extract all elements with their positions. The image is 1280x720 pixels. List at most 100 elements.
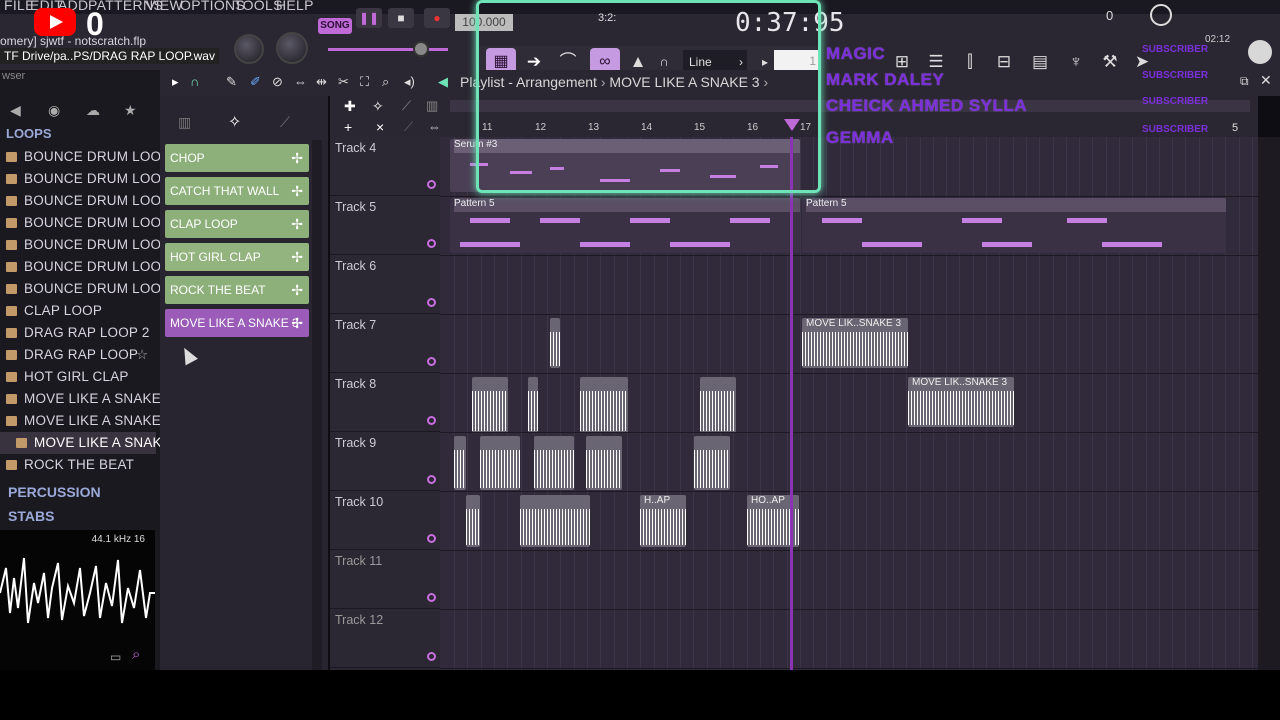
picker-item[interactable]: CHOP ✢	[165, 144, 309, 172]
track-header[interactable]: Track 9	[330, 432, 440, 491]
browser-item[interactable]: BOUNCE DRUM LOOP 1	[0, 146, 182, 168]
playhead-line[interactable]	[790, 137, 793, 670]
track-record-icon[interactable]	[427, 416, 436, 425]
picker-scrollbar[interactable]	[312, 140, 322, 670]
audio-clip[interactable]	[550, 318, 560, 368]
stop-button[interactable]: ■	[388, 8, 414, 28]
track-record-icon[interactable]	[427, 475, 436, 484]
playback-icon[interactable]: ◂)	[404, 74, 415, 90]
mute-icon[interactable]: ⇔	[294, 74, 307, 89]
tool-icon[interactable]: ⟋	[404, 119, 413, 135]
song-mode-button[interactable]: SONG	[318, 18, 352, 34]
play-arrow-icon[interactable]: ▸	[172, 74, 179, 90]
close-icon[interactable]: ✕	[1260, 72, 1272, 89]
audio-wave-icon[interactable]: ✧	[228, 112, 241, 132]
track-record-icon[interactable]	[427, 298, 436, 307]
piano-keys-icon[interactable]: ▥	[178, 114, 191, 131]
add-track-icon[interactable]: ✚	[344, 98, 356, 115]
tempo-display[interactable]: 100.000	[455, 14, 513, 31]
account-icon[interactable]	[1248, 40, 1272, 64]
master-pitch-knob[interactable]	[276, 32, 308, 64]
pattern-clip[interactable]: Serum #3	[450, 139, 800, 192]
audio-clip[interactable]	[480, 436, 520, 490]
magnet-icon[interactable]: ∩	[190, 74, 199, 89]
browser-item[interactable]: BOUNCE DRUM LOOP 6	[0, 256, 182, 278]
track-record-icon[interactable]	[427, 180, 436, 189]
track-header[interactable]: Track 8	[330, 373, 440, 432]
speaker-icon[interactable]: ◀	[10, 102, 21, 119]
track-record-icon[interactable]	[427, 239, 436, 248]
audio-clip[interactable]: MOVE LIK..SNAKE 3	[802, 318, 908, 368]
track-record-icon[interactable]	[427, 652, 436, 661]
slice-icon[interactable]: ✂	[338, 74, 349, 90]
cloud-icon[interactable]: ☁	[86, 102, 100, 119]
track-header[interactable]: Track 12	[330, 609, 440, 668]
picker-item-selected[interactable]: MOVE LIKE A SNAKE 3 ✢	[165, 309, 309, 337]
browser-item[interactable]: MOVE LIKE A SNAKE 1	[0, 388, 172, 410]
star-icon[interactable]: ★	[124, 102, 137, 119]
master-volume-knob[interactable]	[234, 34, 264, 64]
globe-icon[interactable]: ◉	[48, 102, 60, 119]
browser-item[interactable]: BOUNCE DRUM LOOP 2	[0, 168, 182, 190]
maximize-icon[interactable]: ⧉	[1240, 74, 1249, 89]
track-record-icon[interactable]	[427, 357, 436, 366]
browser-item[interactable]: CLAP LOOP	[0, 300, 156, 322]
vertical-scrollbar[interactable]	[1258, 137, 1280, 670]
browser-item-selected[interactable]: MOVE LIKE A SNAKE 3	[0, 432, 182, 454]
record-button[interactable]: ●	[424, 8, 450, 28]
playlist-grid[interactable]: Serum #3 Pattern 5 Pattern 5 MOVE LIK..S…	[440, 137, 1258, 670]
resize-icon[interactable]: ⇔	[428, 119, 441, 134]
audio-clip[interactable]	[586, 436, 622, 490]
audio-clip[interactable]	[520, 495, 590, 547]
browser-item[interactable]: BOUNCE DRUM LOOP 3	[0, 190, 182, 212]
x-icon[interactable]: ×	[376, 119, 384, 135]
folder-percussion[interactable]: PERCUSSION	[8, 484, 101, 500]
automation-icon[interactable]: ⟋	[280, 114, 290, 131]
menu-help[interactable]: HELP	[276, 0, 314, 13]
pause-button[interactable]: ❚❚	[356, 8, 382, 28]
select-icon[interactable]: ⛶	[360, 74, 369, 90]
browser-item[interactable]: MOVE LIKE A SNAKE 2	[0, 410, 172, 432]
browser-item[interactable]: BOUNCE DRUM LOOP 4	[0, 212, 182, 234]
track-header[interactable]: Track 4	[330, 137, 440, 196]
audio-clip[interactable]: H..AP	[640, 495, 686, 547]
automation-select-icon[interactable]: ⟋	[402, 98, 411, 114]
browser-item[interactable]: BOUNCE DRUM LOOP 7	[0, 278, 182, 300]
browser-item[interactable]: BOUNCE DRUM LOOP 5	[0, 234, 182, 256]
audio-clip[interactable]	[466, 495, 480, 547]
track-header[interactable]: Track 11	[330, 550, 440, 609]
power-icon[interactable]	[1150, 4, 1172, 26]
brush-icon[interactable]: ✐	[250, 74, 261, 90]
slip-icon[interactable]: ⇹	[316, 74, 327, 90]
track-header[interactable]: Track 5	[330, 196, 440, 255]
browser-item[interactable]: DRAG RAP LOOP ☆	[0, 344, 156, 366]
folder-icon[interactable]: ▭	[110, 650, 121, 664]
picker-item[interactable]: CATCH THAT WALL ✢	[165, 177, 309, 205]
zoom-icon[interactable]: ⌕	[382, 74, 389, 90]
audio-clip[interactable]	[694, 436, 730, 490]
track-header[interactable]: Track 6	[330, 255, 440, 314]
pattern-clip[interactable]: Pattern 5	[802, 198, 1226, 253]
audio-clip[interactable]	[534, 436, 574, 490]
piano-select-icon[interactable]: ▥	[426, 98, 438, 114]
track-record-icon[interactable]	[427, 534, 436, 543]
pencil-icon[interactable]: ✎	[226, 74, 237, 90]
track-header[interactable]: Track 7	[330, 314, 440, 373]
picker-item[interactable]: CLAP LOOP ✢	[165, 210, 309, 238]
track-record-icon[interactable]	[427, 593, 436, 602]
menu-view[interactable]: VIEW	[146, 0, 183, 13]
picker-item[interactable]: HOT GIRL CLAP ✢	[165, 243, 309, 271]
browser-item[interactable]: ROCK THE BEAT	[0, 454, 156, 476]
favorite-star-icon[interactable]: ☆	[136, 344, 148, 366]
audio-clip[interactable]	[528, 377, 538, 433]
browser-item[interactable]: DRAG RAP LOOP 2	[0, 322, 156, 344]
master-slider-track[interactable]	[328, 48, 448, 51]
search-icon[interactable]: ⌕	[132, 646, 140, 663]
current-pattern[interactable]: MOVE LIKE A SNAKE 3	[609, 74, 759, 90]
audio-clip[interactable]: MOVE LIK..SNAKE 3	[908, 377, 1014, 427]
plus-icon[interactable]: +	[344, 119, 352, 135]
track-header[interactable]: Track 10	[330, 491, 440, 550]
browser-item[interactable]: HOT GIRL CLAP	[0, 366, 156, 388]
pattern-clip[interactable]: Pattern 5	[450, 198, 800, 253]
audio-clip[interactable]	[700, 377, 736, 433]
